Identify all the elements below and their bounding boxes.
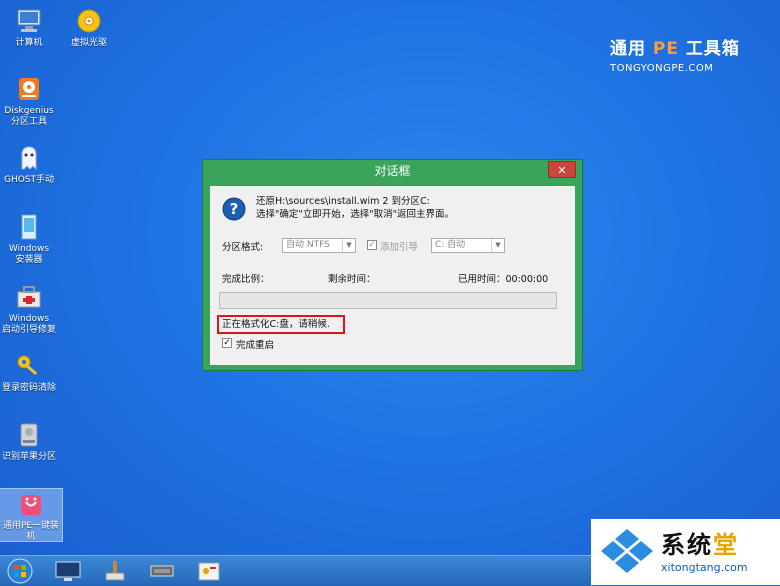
watermark-url: xitongtang.com — [661, 561, 748, 574]
desktop-icon-windows-installer[interactable]: Windows 安装器 — [0, 212, 60, 266]
desktop-icon-label: 登录密码清除 — [1, 383, 56, 393]
svg-text:?: ? — [230, 200, 239, 218]
installer-icon — [21, 214, 37, 240]
desktop-icon-label: Diskgenius 分区工具 — [4, 106, 54, 127]
desktop-icon-ghost[interactable]: GHOST手动 — [0, 143, 60, 186]
watermark: 系统堂 xitongtang.com — [591, 519, 780, 585]
taskbar — [0, 555, 591, 586]
boot-partition-select[interactable]: C: 自动 ▼ — [431, 238, 505, 253]
ghost-icon — [21, 146, 37, 171]
desktop-icon-label: GHOST手动 — [3, 175, 55, 185]
dialog-window: 对话框 ✕ ? 还原H:\sources\install.wim 2 到分区C:… — [202, 159, 583, 371]
brand-url: TONGYONGPE.COM — [610, 63, 714, 74]
install-bag-icon — [21, 495, 41, 515]
elapsed-time-label: 已用时间：00:00:00 — [458, 274, 549, 285]
desktop-icon-boot-repair[interactable]: Windows 启动引导修复 — [0, 282, 60, 336]
progress-bar — [219, 292, 557, 309]
desktop-icon-label: 计算机 — [15, 38, 43, 48]
question-icon: ? — [222, 197, 246, 221]
remaining-time-label: 剩余时间： — [328, 274, 376, 285]
chevron-down-icon: ▼ — [342, 239, 355, 252]
brand-suffix: 工具箱 — [685, 39, 740, 59]
watermark-text-b: 堂 — [713, 531, 739, 559]
brand-prefix: 通用 — [610, 39, 646, 59]
monitor-icon[interactable] — [53, 559, 83, 583]
desktop-icon-label: 识别苹果分区 — [1, 452, 56, 462]
partition-format-label: 分区格式: — [222, 242, 264, 253]
hard-drive-icon — [20, 423, 38, 447]
desktop-icon-label: Windows 启动引导修复 — [1, 314, 56, 335]
message-line-1: 还原H:\sources\install.wim 2 到分区C: — [256, 196, 430, 207]
desktop-icon-label: 虚拟光驱 — [70, 38, 107, 48]
brand-pe: PE — [652, 39, 679, 59]
status-text: 正在格式化C:盘，请稍候. — [217, 315, 345, 334]
diskgenius-icon — [19, 78, 39, 100]
format-select-value: 自动 NTFS — [286, 240, 330, 250]
desktop-icon-label: 通用PE一键装 机 — [2, 521, 60, 542]
desktop-icon-diskgenius[interactable]: Diskgenius 分区工具 — [0, 74, 60, 128]
desktop-icon-apple-partition[interactable]: 识别苹果分区 — [0, 420, 60, 463]
start-orb-icon[interactable] — [6, 557, 34, 585]
desktop-icon-computer[interactable]: 计算机 — [0, 6, 60, 49]
progress-label: 完成比例： — [222, 274, 270, 285]
dialog-body: ? 还原H:\sources\install.wim 2 到分区C: 选择"确定… — [210, 186, 575, 365]
brush-icon[interactable] — [100, 559, 130, 583]
key-icon — [17, 355, 38, 376]
add-boot-label: 添加引导 — [380, 242, 419, 253]
watermark-text-a: 系统 — [661, 531, 713, 559]
chip-icon[interactable] — [147, 559, 177, 583]
restart-label: 完成重启 — [236, 340, 275, 351]
format-select[interactable]: 自动 NTFS ▼ — [282, 238, 356, 253]
brand-logo: 通用 PE 工具箱 TONGYONGPE.COM — [610, 34, 740, 74]
toolbox-icon — [17, 286, 41, 308]
brand-title: 通用 PE 工具箱 — [610, 34, 740, 59]
watermark-logo-icon — [601, 529, 653, 573]
message-line-2: 选择"确定"立即开始，选择"取消"返回主界面。 — [256, 209, 454, 220]
disc-icon — [77, 9, 101, 33]
desktop-icon-password-clear[interactable]: 登录密码清除 — [0, 351, 60, 394]
close-button[interactable]: ✕ — [548, 161, 576, 178]
desktop-icon-virtual-drive[interactable]: 虚拟光驱 — [58, 6, 120, 49]
boot-select-value: C: 自动 — [435, 240, 466, 250]
chevron-down-icon: ▼ — [491, 239, 504, 252]
dialog-title: 对话框 — [374, 164, 411, 178]
add-boot-checkbox[interactable]: ✓ — [367, 240, 377, 250]
desktop-icon-label: Windows 安装器 — [8, 244, 50, 265]
dialog-message: 还原H:\sources\install.wim 2 到分区C: 选择"确定"立… — [256, 195, 454, 221]
restart-checkbox[interactable]: ✓ — [222, 338, 232, 348]
tools-icon[interactable] — [194, 559, 224, 583]
desktop-icon-onekey-install[interactable]: 通用PE一键装 机 — [0, 488, 63, 542]
computer-icon — [17, 9, 41, 32]
watermark-text: 系统堂 — [661, 525, 739, 560]
